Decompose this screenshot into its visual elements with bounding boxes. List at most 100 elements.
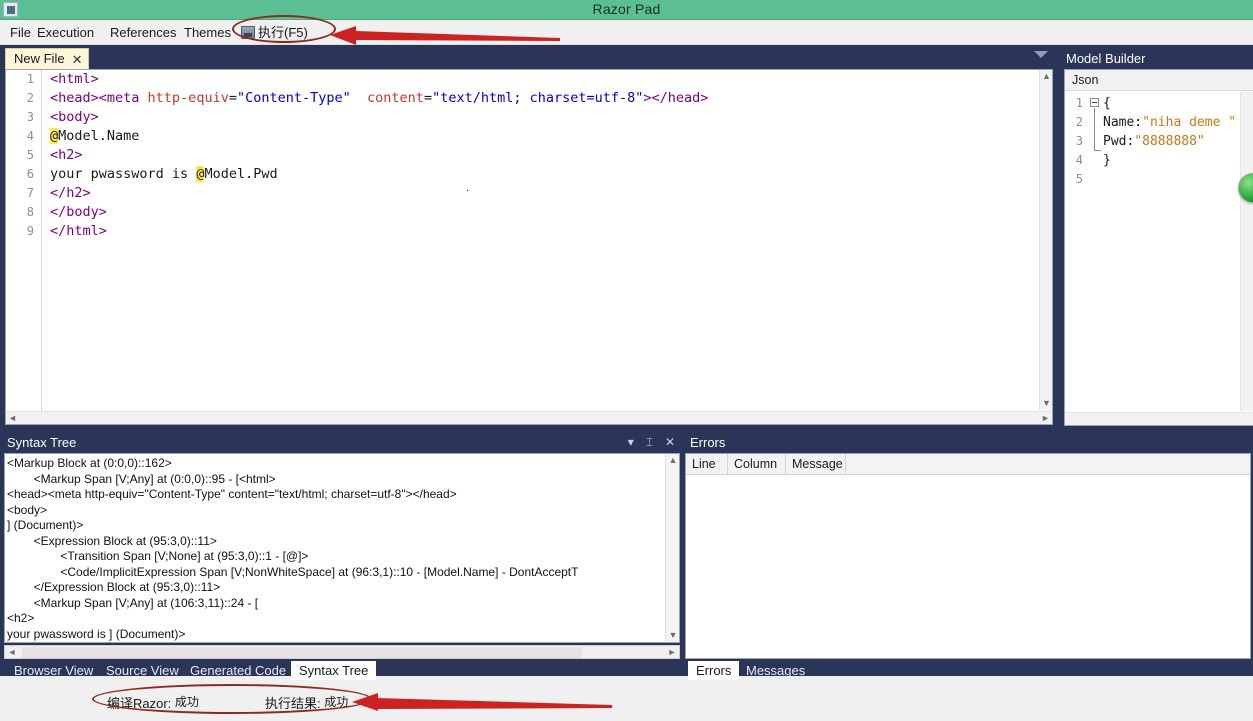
code-line[interactable]: <html> (50, 70, 1038, 89)
json-line[interactable]: } (1103, 151, 1236, 170)
scroll-left-icon[interactable]: ◄ (5, 646, 19, 658)
editor-vertical-scrollbar[interactable]: ▲ ▼ (1039, 70, 1052, 410)
json-line[interactable]: Pwd:"8888888" (1103, 132, 1236, 151)
status-bar: 编译Razor: 成功 执行结果: 成功 (0, 681, 1253, 721)
code-token: = (423, 90, 433, 106)
code-line[interactable]: your pwassword is @Model.Pwd (50, 165, 1038, 184)
view-tab-browser-view[interactable]: Browser View (6, 661, 101, 680)
code-line[interactable]: <body> (50, 108, 1038, 127)
errors-title: Errors (690, 435, 726, 450)
close-icon[interactable]: ✕ (72, 53, 83, 66)
json-token: Pwd: (1103, 134, 1135, 149)
json-token: Name: (1103, 115, 1143, 130)
syntax-tree-vertical-scrollbar[interactable]: ▲ ▼ (665, 454, 679, 642)
line-number: 4 (26, 129, 34, 143)
line-number: 5 (26, 148, 34, 162)
close-icon[interactable]: ✕ (665, 433, 675, 452)
pin-icon[interactable]: ⌶ (646, 433, 653, 452)
status-compile-razor: 编译Razor: 成功 (107, 693, 199, 712)
code-line[interactable]: </html> (50, 222, 1038, 241)
annotation-arrow-status (352, 693, 612, 711)
code-line[interactable]: <head><meta http-equiv="Content-Type" co… (50, 89, 1038, 108)
errors-table[interactable]: Line Column Message (685, 453, 1251, 659)
editor-tab-new-file[interactable]: New File ✕ (5, 48, 90, 69)
code-line[interactable]: <h2> (50, 146, 1038, 165)
code-line[interactable]: </h2> (50, 184, 1038, 203)
view-tab-source-view[interactable]: Source View (98, 661, 187, 680)
model-builder-horizontal-scrollbar[interactable] (1065, 412, 1253, 425)
model-builder-tab-json[interactable]: Json (1065, 70, 1253, 91)
json-string-value: "8888888" (1134, 134, 1205, 149)
model-builder-vertical-scrollbar[interactable] (1240, 92, 1253, 411)
errors-tab-errors[interactable]: Errors (688, 661, 740, 680)
line-number: 4 (1075, 153, 1083, 167)
menu-bar: File Execution References Themes 执行(F5) (0, 20, 1253, 45)
json-line[interactable]: { (1103, 94, 1236, 113)
status-compile-razor-value: 成功 (174, 695, 199, 709)
chevron-down-icon[interactable] (1034, 51, 1048, 58)
editor-horizontal-scrollbar[interactable]: ◄ ► (6, 411, 1052, 424)
menu-item-file[interactable]: File (6, 23, 35, 42)
editor-line-number-gutter: 1 2 3 4 5 6 7 8 9 (6, 70, 42, 424)
scroll-down-icon[interactable]: ▼ (666, 629, 679, 642)
scrollbar-thumb[interactable] (22, 647, 582, 658)
errors-column-line[interactable]: Line (686, 454, 728, 474)
model-builder-code[interactable]: 12345 {Name:"niha deme " Pwd:"8888888"} (1065, 92, 1253, 425)
view-tab-syntax-tree[interactable]: Syntax Tree (291, 661, 377, 680)
scroll-right-icon[interactable]: ► (1039, 412, 1052, 425)
syntax-tree-title: Syntax Tree (7, 435, 77, 450)
scroll-left-icon[interactable]: ◄ (6, 412, 19, 425)
code-line[interactable]: @Model.Name (50, 127, 1038, 146)
scroll-down-icon[interactable]: ▼ (1040, 397, 1053, 410)
code-editor[interactable]: 123456789 <html> <head><meta http-equiv="… (5, 69, 1053, 425)
view-tab-generated-code[interactable]: Generated Code (182, 661, 294, 680)
json-line[interactable] (1103, 170, 1236, 189)
errors-column-message[interactable]: Message (786, 454, 846, 474)
code-line[interactable]: </body> (50, 203, 1038, 222)
line-number: 1 (26, 72, 34, 86)
scroll-up-icon[interactable]: ▲ (666, 454, 679, 467)
syntax-tree-header: Syntax Tree ▾ ⌶ ✕ (0, 433, 683, 452)
editor-tab-label: New File (14, 51, 65, 66)
json-line[interactable]: Name:"niha deme " (1103, 113, 1236, 132)
syntax-tree-output[interactable]: <Markup Block at (0:0,0)::162> <Markup S… (4, 453, 680, 643)
model-builder-json-lines[interactable]: {Name:"niha deme " Pwd:"8888888"} (1103, 94, 1236, 189)
syntax-tree-line: your pwassword is ] (Document)> (7, 626, 186, 641)
dropdown-icon[interactable]: ▾ (628, 433, 634, 452)
syntax-tree-horizontal-scrollbar[interactable]: ◄ ► (4, 645, 680, 659)
title-bar: Razor Pad (0, 0, 1253, 20)
syntax-tree-lines: <Markup Block at (0:0,0)::162> <Markup S… (7, 456, 664, 643)
annotation-arrow-run-menu (330, 26, 560, 45)
razor-transition-token: @ (50, 128, 59, 144)
errors-column-column[interactable]: Column (728, 454, 786, 474)
syntax-tree-line: <Markup Span [V;Any] at (106:3,11)::24 -… (7, 595, 259, 610)
razor-pad-window: Razor Pad File Execution References Them… (0, 0, 1253, 721)
errors-tab-messages[interactable]: Messages (738, 661, 813, 680)
syntax-tree-line: <Markup Span [V;Any] at (0:0,0)::95 - [<… (7, 471, 276, 486)
line-number: 1 (1075, 96, 1083, 110)
syntax-tree-line: <body> (7, 502, 48, 517)
code-token: ></head> (643, 90, 709, 106)
status-compile-razor-label: 编译Razor: (107, 696, 172, 711)
code-token: <h2> (50, 147, 83, 163)
editor-caret-dot: . (466, 180, 470, 194)
errors-table-rows[interactable] (686, 475, 1250, 658)
syntax-tree-line: <Expression Block at (130:5,18)::10 (7, 642, 664, 643)
menu-item-run[interactable]: 执行(F5) (240, 23, 312, 42)
code-token: <body> (50, 109, 99, 125)
menu-item-themes[interactable]: Themes (180, 23, 235, 42)
scroll-right-icon[interactable]: ► (665, 646, 679, 658)
syntax-tree-line: <Code/ImplicitExpression Span [V;NonWhit… (7, 564, 579, 579)
editor-code-area[interactable]: <html> <head><meta http-equiv="Content-Ty… (50, 70, 1038, 410)
json-string-value: "niha deme " (1142, 115, 1237, 130)
view-tab-strip: Browser View Source View Generated Code … (0, 661, 683, 681)
code-token: "text/html; charset=utf-8" (432, 90, 644, 106)
syntax-tree-line: </Expression Block at (95:3,0)::11> (7, 580, 221, 594)
editor-tab-strip: New File ✕ (0, 45, 1058, 69)
menu-item-references[interactable]: References (106, 23, 180, 42)
scroll-up-icon[interactable]: ▲ (1040, 70, 1053, 83)
collapse-minus-icon[interactable] (1090, 98, 1099, 107)
syntax-tree-line: <Transition Span [V;None] at (95:3,0)::1… (7, 549, 309, 563)
menu-item-execution[interactable]: Execution (33, 23, 98, 42)
